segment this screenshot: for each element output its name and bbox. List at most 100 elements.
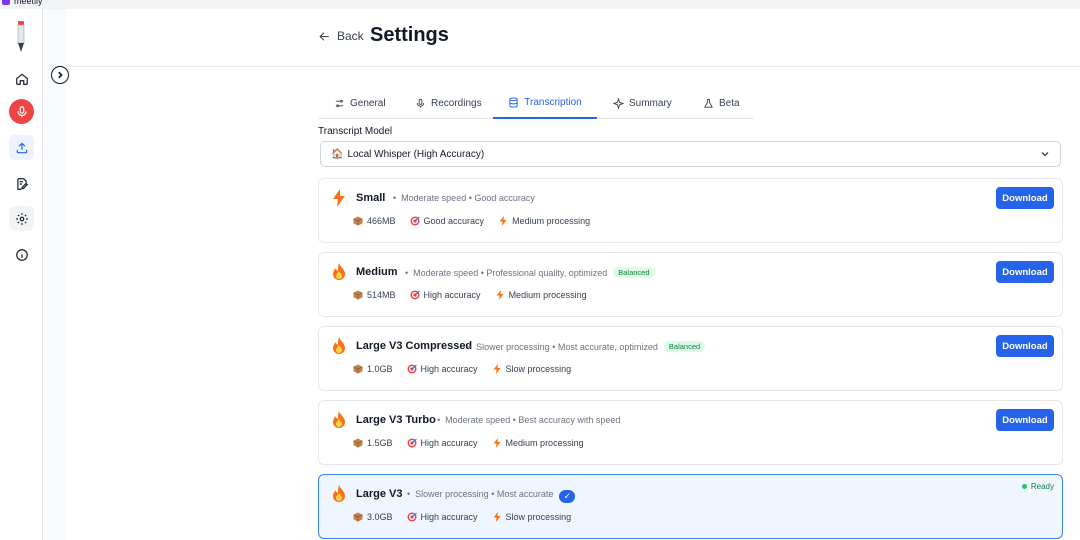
tab-label: General: [350, 98, 386, 109]
ready-status: Ready: [1021, 482, 1054, 491]
model-processing-value: Medium processing: [512, 216, 591, 226]
separator-dot: •: [393, 193, 397, 203]
separator-dot: •: [405, 268, 409, 278]
sidebar-item-notes[interactable]: [9, 171, 34, 196]
lightning-icon: [493, 364, 501, 374]
target-icon: [410, 216, 420, 226]
lightning-icon: [496, 290, 504, 300]
app-logo: [17, 21, 25, 52]
model-accuracy-value: High accuracy: [423, 290, 481, 300]
model-processing-value: Slow processing: [505, 364, 572, 374]
fire-icon: [333, 411, 345, 428]
model-card-large-v3-turbo[interactable]: Large V3 Turbo • Moderate speed • Best acc…: [318, 400, 1063, 465]
upload-icon: [16, 142, 27, 153]
gear-icon: [15, 212, 28, 225]
model-card-small[interactable]: Small • Moderate speed • Good accuracy 466M…: [318, 178, 1063, 243]
download-button[interactable]: Download: [996, 261, 1054, 283]
model-processing: Medium processing: [498, 216, 590, 226]
model-accuracy: Good accuracy: [410, 216, 484, 226]
model-size: 1.5GB: [353, 438, 393, 448]
balanced-badge: Balanced: [613, 267, 655, 278]
model-specs: 514MB High accuracy Medium processing: [353, 290, 587, 300]
tab-summary[interactable]: Summary: [607, 88, 678, 119]
lightning-icon: [493, 512, 501, 522]
tab-transcription[interactable]: Transcription: [493, 88, 597, 119]
model-card-large-v3-compressed[interactable]: Large V3 Compressed • Slower processing • …: [318, 326, 1063, 391]
chevron-down-icon: [1041, 152, 1049, 157]
database-icon: [509, 97, 518, 108]
model-size-value: 514MB: [367, 290, 396, 300]
model-specs: 3.0GB High accuracy Slow processing: [353, 512, 571, 522]
flask-icon: [704, 98, 713, 108]
sidebar-item-upload[interactable]: [9, 135, 34, 160]
title-bar: meetily: [0, 0, 1080, 9]
arrow-left-icon: [319, 31, 329, 41]
model-processing-value: Medium processing: [508, 290, 587, 300]
tab-label: Summary: [629, 98, 672, 109]
model-processing: Medium processing: [495, 290, 587, 300]
model-description: • Moderate speed • Best accuracy with spe…: [432, 415, 620, 425]
app-icon: [2, 0, 10, 5]
model-desc-text: Moderate speed • Professional quality, o…: [413, 268, 608, 278]
ready-label: Ready: [1030, 482, 1054, 491]
model-size-value: 1.5GB: [367, 438, 393, 448]
lightning-icon: [333, 189, 345, 207]
model-processing: Medium processing: [492, 438, 584, 448]
fire-icon: [333, 485, 345, 502]
separator-dot: •: [468, 342, 472, 352]
tab-label: Beta: [719, 98, 740, 109]
model-desc-text: Moderate speed • Best accuracy with spee…: [445, 415, 621, 425]
model-name: Small: [356, 192, 386, 204]
separator-dot: •: [407, 489, 411, 499]
model-size-value: 3.0GB: [367, 512, 393, 522]
lightning-icon: [499, 216, 507, 226]
sparkle-icon: [613, 98, 624, 109]
model-processing-value: Slow processing: [505, 512, 572, 522]
page-header: Back Settings: [66, 9, 1080, 67]
tab-general[interactable]: General: [328, 88, 392, 119]
model-description: • Moderate speed • Good accuracy: [388, 193, 535, 203]
microphone-icon: [16, 105, 27, 117]
sliders-icon: [335, 99, 344, 108]
model-name: Large V3 Compressed: [356, 340, 473, 352]
tab-beta[interactable]: Beta: [697, 88, 746, 119]
model-name: Large V3 Turbo: [356, 414, 436, 426]
download-button[interactable]: Download: [996, 409, 1054, 431]
sidebar-gutter: [44, 9, 66, 540]
model-accuracy-value: High accuracy: [420, 364, 478, 374]
sidebar-item-record[interactable]: [9, 99, 34, 124]
model-card-large-v3[interactable]: Large V3 • Slower processing • Most accura…: [318, 474, 1063, 539]
transcript-model-select[interactable]: 🏠 Local Whisper (High Accuracy): [320, 141, 1061, 167]
model-desc-text: Moderate speed • Good accuracy: [401, 193, 535, 203]
chevron-right-icon: [58, 71, 63, 79]
model-description: • Moderate speed • Professional quality, …: [400, 267, 655, 278]
microphone-icon: [416, 98, 425, 108]
model-size: 466MB: [353, 216, 396, 226]
model-accuracy-value: High accuracy: [420, 438, 478, 448]
sidebar-toggle-button[interactable]: [51, 66, 69, 84]
target-icon: [407, 512, 417, 522]
download-button[interactable]: Download: [996, 187, 1054, 209]
fire-icon: [333, 337, 345, 354]
model-card-medium[interactable]: Medium • Moderate speed • Professional qua…: [318, 252, 1063, 317]
page-title: Settings: [370, 24, 449, 46]
model-specs: 466MB Good accuracy Medium processing: [353, 216, 590, 226]
model-accuracy: High accuracy: [410, 290, 481, 300]
sidebar-item-settings[interactable]: [9, 206, 34, 231]
sidebar-item-info[interactable]: [9, 242, 34, 267]
model-size-value: 466MB: [367, 216, 396, 226]
back-button[interactable]: Back: [318, 29, 364, 43]
target-icon: [407, 364, 417, 374]
fire-icon: [333, 263, 345, 280]
tab-recordings[interactable]: Recordings: [409, 88, 488, 119]
target-icon: [407, 438, 417, 448]
check-icon: ✓: [559, 490, 576, 503]
model-desc-text: Slower processing • Most accurate, optim…: [476, 342, 658, 352]
info-icon: [15, 248, 28, 261]
download-button[interactable]: Download: [996, 335, 1054, 357]
sidebar-item-home[interactable]: [9, 66, 34, 91]
model-processing: Slow processing: [492, 512, 572, 522]
model-processing-value: Medium processing: [505, 438, 584, 448]
back-label: Back: [337, 29, 364, 43]
model-accuracy: High accuracy: [407, 438, 478, 448]
